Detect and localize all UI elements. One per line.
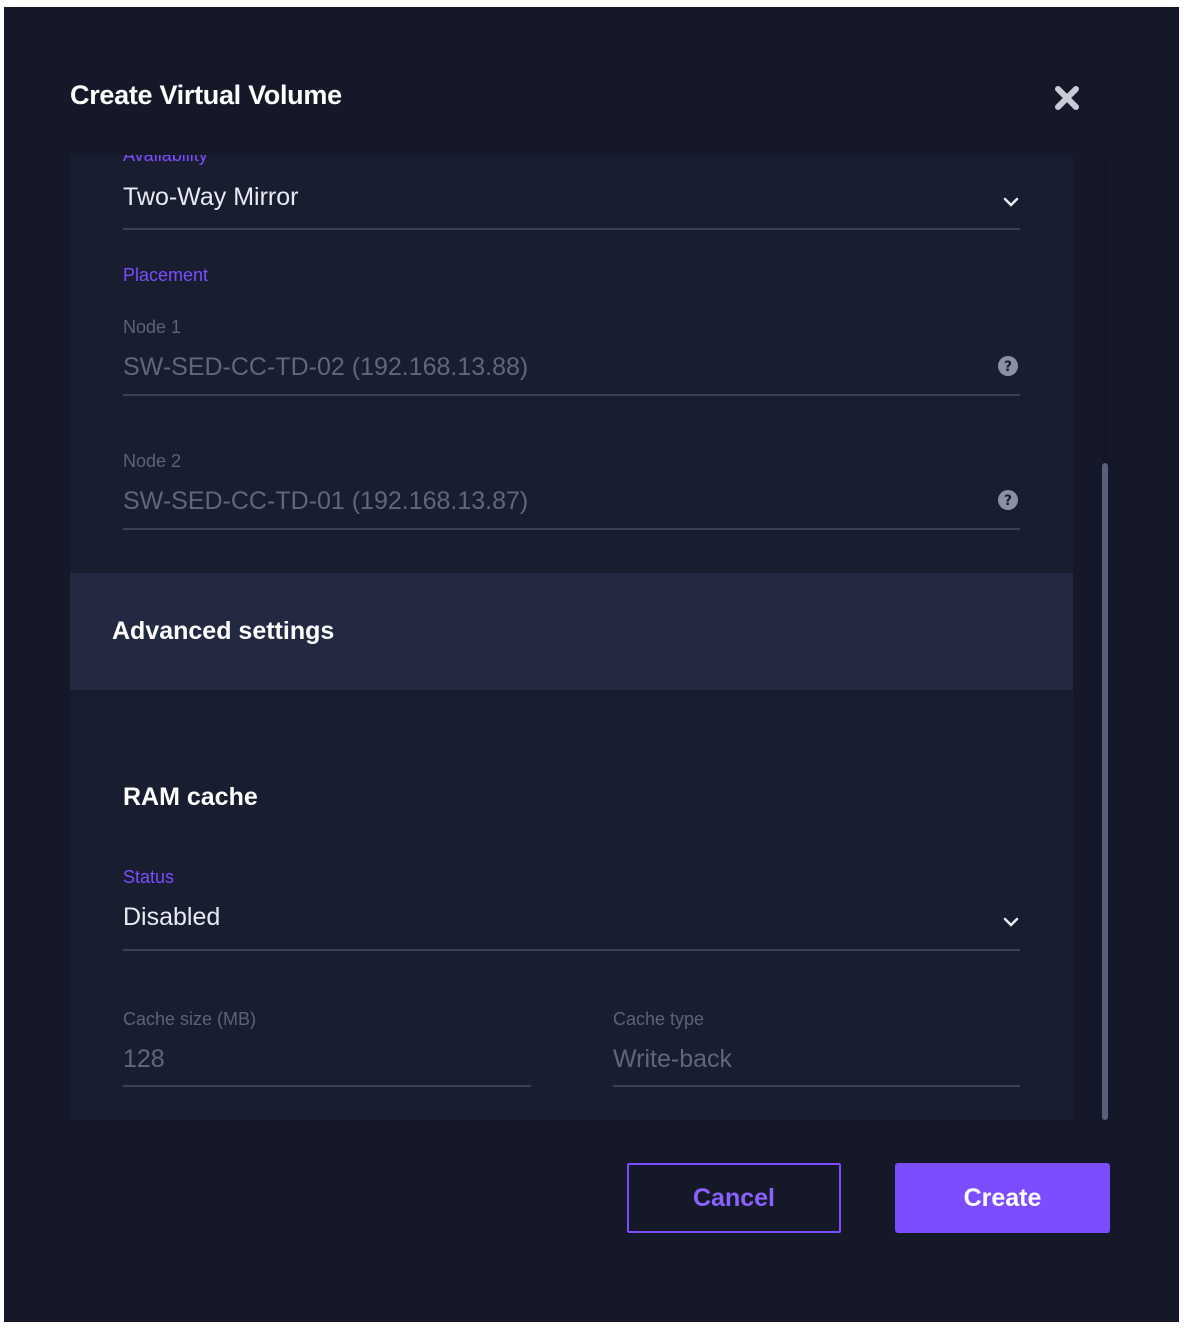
node1-field: Node 1 SW-SED-CC-TD-02 (192.168.13.88) ? <box>123 315 1020 397</box>
cache-size-field[interactable]: Cache size (MB) 128 <box>123 1005 531 1089</box>
create-virtual-volume-dialog: Create Virtual Volume Availability Two-W… <box>18 20 1163 1310</box>
availability-select[interactable]: Availability Two-Way Mirror <box>123 155 1020 231</box>
chevron-down-icon[interactable] <box>1001 195 1021 209</box>
cache-type-label: Cache type <box>613 1009 705 1029</box>
availability-label: Availability <box>123 155 208 165</box>
svg-text:?: ? <box>1004 493 1012 509</box>
cancel-button[interactable]: Cancel <box>627 1163 841 1233</box>
status-select[interactable]: Status Disabled <box>123 863 1020 953</box>
node2-label: Node 2 <box>123 451 182 471</box>
cache-size-value: 128 <box>123 1045 165 1073</box>
help-icon[interactable]: ? <box>997 489 1019 511</box>
node2-value: SW-SED-CC-TD-01 (192.168.13.87) <box>123 487 529 515</box>
cache-size-label: Cache size (MB) <box>123 1009 257 1029</box>
node2-underline <box>123 528 1020 530</box>
create-button[interactable]: Create <box>895 1163 1110 1233</box>
status-label: Status <box>123 867 175 887</box>
scrollbar-thumb[interactable] <box>1102 463 1108 1120</box>
advanced-settings-header[interactable]: Advanced settings <box>70 573 1073 690</box>
cache-type-value: Write-back <box>613 1045 733 1073</box>
dialog-title: Create Virtual Volume <box>70 80 342 110</box>
status-value: Disabled <box>123 903 221 931</box>
ram-cache-title: RAM cache <box>123 783 258 811</box>
status-underline <box>123 949 1020 951</box>
chevron-down-icon[interactable] <box>1001 915 1021 929</box>
advanced-settings-title: Advanced settings <box>112 617 335 645</box>
cache-type-field[interactable]: Cache type Write-back <box>613 1005 1020 1089</box>
placement-heading: Placement <box>123 265 209 285</box>
svg-text:?: ? <box>1004 359 1012 375</box>
node1-value: SW-SED-CC-TD-02 (192.168.13.88) <box>123 353 529 381</box>
node2-field: Node 2 SW-SED-CC-TD-01 (192.168.13.87) ? <box>123 449 1020 531</box>
help-icon[interactable]: ? <box>997 355 1019 377</box>
cache-type-underline <box>613 1085 1020 1087</box>
node1-label: Node 1 <box>123 317 182 337</box>
close-icon[interactable] <box>1053 84 1081 112</box>
availability-value: Two-Way Mirror <box>123 183 299 211</box>
node1-underline <box>123 394 1020 396</box>
availability-underline <box>123 228 1020 230</box>
dialog-scroll-area: Availability Two-Way Mirror Placement No… <box>70 155 1073 1120</box>
cache-size-underline <box>123 1085 531 1087</box>
